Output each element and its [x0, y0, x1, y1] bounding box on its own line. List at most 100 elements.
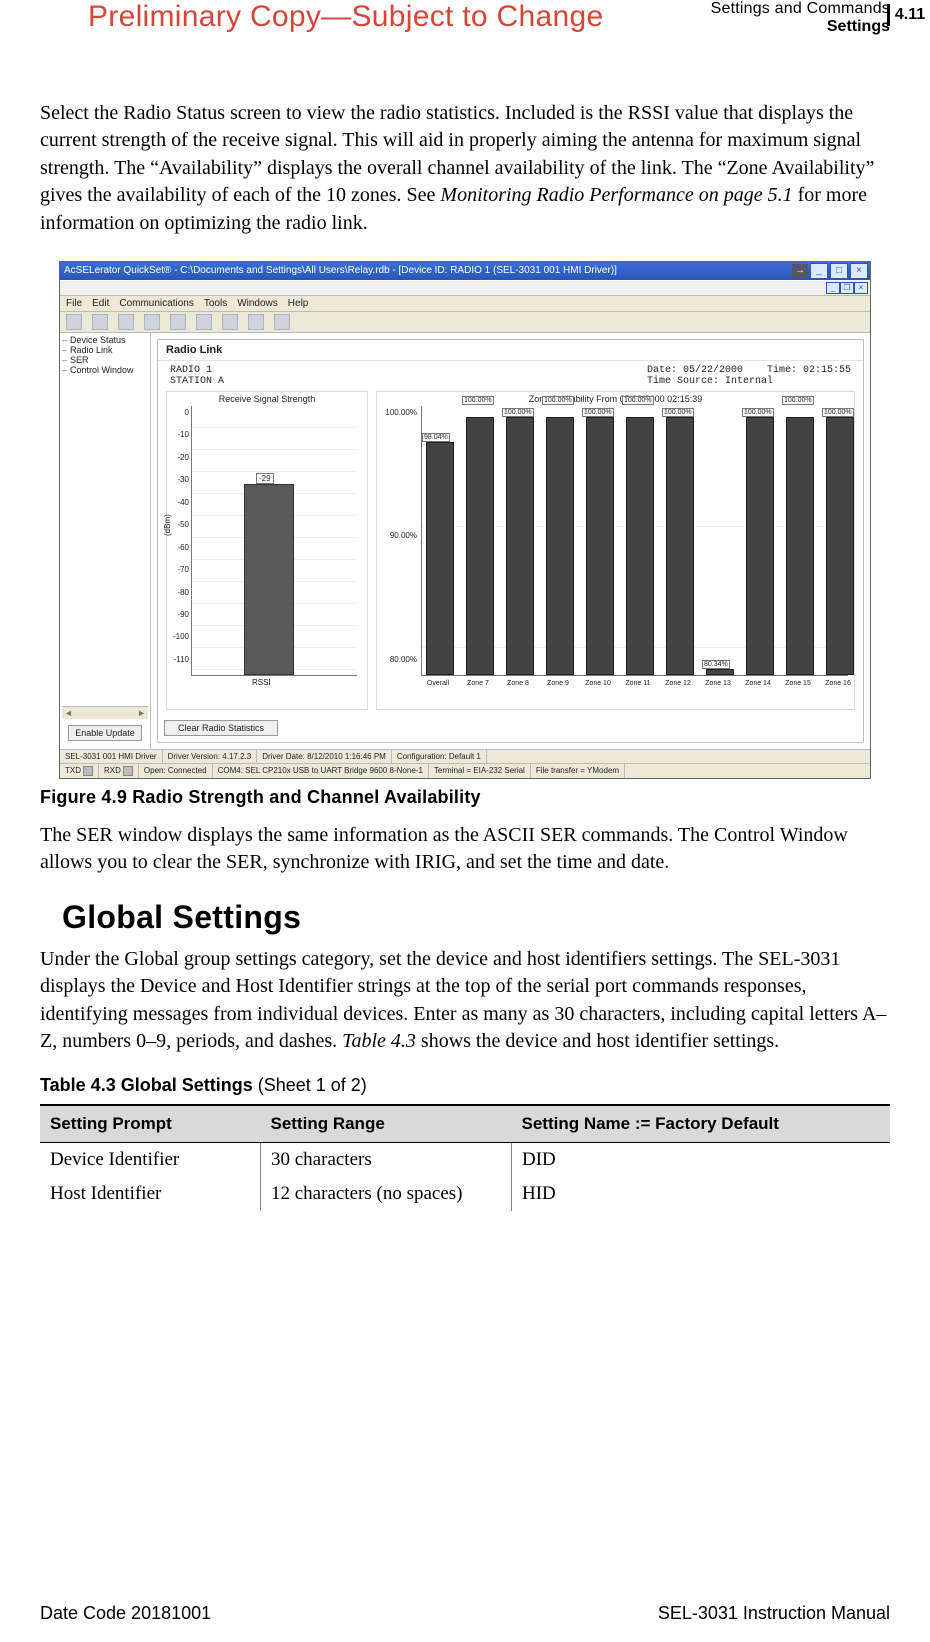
zone-x-category: Zone 9 [542, 680, 574, 687]
table-row: Device Identifier30 charactersDID [40, 1143, 890, 1178]
menu-comms[interactable]: Communications [119, 298, 193, 309]
window-title: AcSELerator QuickSet® - C:\Documents and… [64, 265, 617, 276]
toolbar-icon[interactable] [66, 314, 82, 330]
toolbar-icon[interactable] [92, 314, 108, 330]
rssi-bar [244, 484, 294, 675]
toolbar-icon[interactable] [144, 314, 160, 330]
tree-scrollbar[interactable]: ◄ ► [62, 706, 148, 719]
toolbar-icon[interactable] [170, 314, 186, 330]
status-terminal: Terminal = EIA-232 Serial [429, 764, 531, 778]
menu-file[interactable]: File [66, 298, 82, 309]
zone-value-label: 98.04% [422, 433, 450, 442]
tree-control-window[interactable]: Control Window [62, 365, 148, 375]
toolbar-icon[interactable] [118, 314, 134, 330]
table-cell: DID [512, 1143, 891, 1178]
tree-ser[interactable]: SER [62, 355, 148, 365]
zone-value-label: 100.00% [462, 396, 494, 405]
table-cell: 30 characters [261, 1143, 512, 1178]
status-version: Driver Version: 4.17.2.3 [163, 750, 258, 763]
menu-edit[interactable]: Edit [92, 298, 109, 309]
zone-value-label: 100.00% [502, 408, 534, 417]
zone-bar [586, 417, 614, 675]
zone-x-category: Zone 7 [462, 680, 494, 687]
status-transfer: File transfer = YModem [531, 764, 625, 778]
table-row: Host Identifier12 characters (no spaces)… [40, 1177, 890, 1211]
status-bar-1: SEL-3031 001 HMI Driver Driver Version: … [60, 749, 870, 763]
clear-radio-statistics-button[interactable]: Clear Radio Statistics [164, 720, 278, 736]
zone-bar [426, 442, 454, 675]
zone-x-category: Overall [422, 680, 454, 687]
page-footer: Date Code 20181001 SEL-3031 Instruction … [0, 1603, 930, 1624]
radio-link-panel: Radio Link RADIO 1 STATION A Date: 05/22… [157, 339, 864, 743]
zone-value-label: 100.00% [582, 408, 614, 417]
meta-time: Time: 02:15:55 [767, 365, 851, 376]
tree-radio-link[interactable]: Radio Link [62, 345, 148, 355]
zone-chart: Zone Availability From 05/22/2000 02:15:… [376, 391, 855, 710]
toolbar [60, 312, 870, 333]
table-header-range: Setting Range [261, 1105, 512, 1143]
zone-bar [546, 417, 574, 675]
nav-tree[interactable]: Device Status Radio Link SER Control Win… [60, 333, 151, 749]
enable-update-button[interactable]: Enable Update [68, 725, 142, 741]
meta-date: Date: 05/22/2000 [647, 365, 743, 376]
scroll-right-icon[interactable]: ► [137, 708, 146, 718]
close-icon[interactable]: × [850, 263, 868, 279]
menu-help[interactable]: Help [288, 298, 309, 309]
meta-radio: RADIO 1 [170, 365, 224, 376]
menu-windows[interactable]: Windows [237, 298, 278, 309]
status-bar-2: TXD RXD Open: Connected COM4: SEL CP210x… [60, 763, 870, 778]
zone-bar [666, 417, 694, 675]
toolbar-icon[interactable] [248, 314, 264, 330]
menu-tools[interactable]: Tools [204, 298, 227, 309]
status-date: Driver Date: 8/12/2010 1:16:46 PM [257, 750, 392, 763]
rssi-value-label: -29 [256, 473, 274, 484]
global-settings-table: Setting Prompt Setting Range Setting Nam… [40, 1104, 890, 1211]
rssi-x-category: RSSI [252, 678, 271, 687]
zone-value-label: 80.34% [702, 660, 730, 669]
table-caption: Table 4.3 Global Settings (Sheet 1 of 2) [40, 1075, 890, 1096]
toolbar-icon[interactable] [274, 314, 290, 330]
zone-x-category: Zone 10 [582, 680, 614, 687]
intro-paragraph: Select the Radio Status screen to view t… [40, 100, 890, 237]
zone-value-label: 100.00% [742, 408, 774, 417]
maximize-icon[interactable]: □ [830, 263, 848, 279]
ser-paragraph: The SER window displays the same informa… [40, 822, 890, 877]
section-title-global-settings: Global Settings [62, 899, 890, 936]
header-section: Settings [711, 18, 890, 36]
minimize-icon[interactable]: _ [810, 263, 828, 279]
zone-value-label: 100.00% [822, 408, 854, 417]
child-close-icon[interactable]: × [854, 282, 868, 294]
figure-caption: Figure 4.9 Radio Strength and Channel Av… [40, 787, 890, 808]
zone-x-category: Zone 8 [502, 680, 534, 687]
toolbar-icon[interactable] [196, 314, 212, 330]
table-cell: Host Identifier [40, 1177, 261, 1211]
rssi-y-axis: 0-10-20-30-40-50-60-70-80-90-100-110 [167, 406, 191, 676]
zone-y-axis: 100.00%90.00%80.00% [377, 406, 421, 676]
table-header-default: Setting Name := Factory Default [512, 1105, 891, 1143]
titlebar-arrow-icon[interactable]: → [792, 264, 808, 278]
zone-value-label: 100.00% [622, 396, 654, 405]
zone-value-label: 100.00% [662, 408, 694, 417]
table-header-prompt: Setting Prompt [40, 1105, 261, 1143]
zone-bar [626, 417, 654, 675]
toolbar-icon[interactable] [222, 314, 238, 330]
meta-station: STATION A [170, 376, 224, 387]
scroll-left-icon[interactable]: ◄ [64, 708, 73, 718]
txd-led-icon [83, 766, 93, 776]
zone-plot-area: 98.04%Overall100.00%Zone 7100.00%Zone 81… [421, 406, 848, 676]
status-txd: TXD [60, 764, 99, 778]
child-minimize-icon[interactable]: _ [826, 282, 840, 294]
rxd-led-icon [123, 766, 133, 776]
child-restore-icon[interactable]: ❐ [840, 282, 854, 294]
zone-x-category: Zone 15 [782, 680, 814, 687]
zone-bar [746, 417, 774, 675]
table-cell: Device Identifier [40, 1143, 261, 1178]
rssi-chart-title: Receive Signal Strength [167, 392, 367, 406]
app-window: AcSELerator QuickSet® - C:\Documents and… [59, 261, 871, 779]
panel-title: Radio Link [158, 340, 863, 361]
tree-device-status[interactable]: Device Status [62, 335, 148, 345]
zone-bar [826, 417, 854, 675]
window-titlebar[interactable]: AcSELerator QuickSet® - C:\Documents and… [60, 262, 870, 280]
zone-x-category: Zone 11 [622, 680, 654, 687]
rssi-y-label: (dBm) [163, 514, 172, 536]
